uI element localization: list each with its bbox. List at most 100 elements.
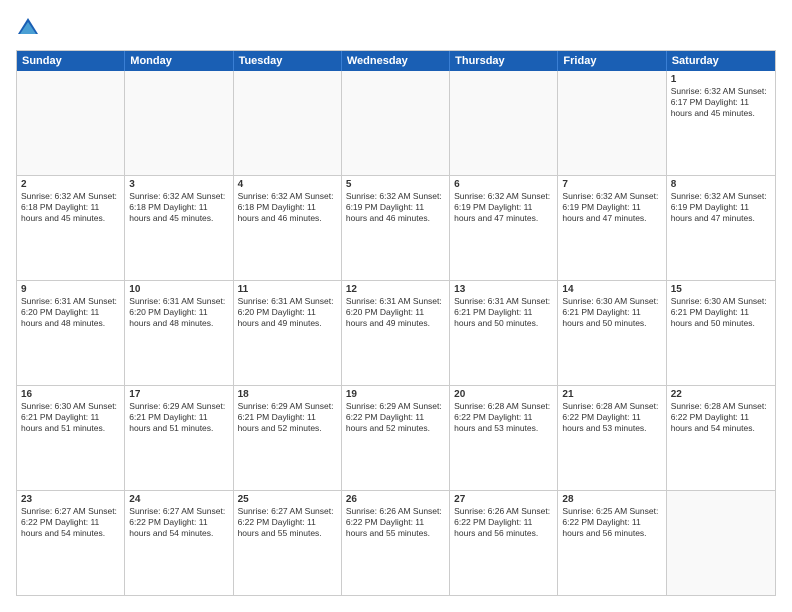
- day-header-sunday: Sunday: [17, 51, 125, 71]
- day-number: 12: [346, 284, 445, 295]
- day-number: 23: [21, 494, 120, 505]
- week-row-4: 16Sunrise: 6:30 AM Sunset: 6:21 PM Dayli…: [17, 386, 775, 491]
- week-row-2: 2Sunrise: 6:32 AM Sunset: 6:18 PM Daylig…: [17, 176, 775, 281]
- day-number: 11: [238, 284, 337, 295]
- calendar: SundayMondayTuesdayWednesdayThursdayFrid…: [16, 50, 776, 596]
- day-cell: 25Sunrise: 6:27 AM Sunset: 6:22 PM Dayli…: [234, 491, 342, 595]
- day-cell: 12Sunrise: 6:31 AM Sunset: 6:20 PM Dayli…: [342, 281, 450, 385]
- day-number: 8: [671, 179, 771, 190]
- day-info: Sunrise: 6:28 AM Sunset: 6:22 PM Dayligh…: [562, 401, 661, 434]
- header: [16, 16, 776, 40]
- day-number: 24: [129, 494, 228, 505]
- day-info: Sunrise: 6:30 AM Sunset: 6:21 PM Dayligh…: [671, 296, 771, 329]
- day-cell: [558, 71, 666, 175]
- day-info: Sunrise: 6:32 AM Sunset: 6:18 PM Dayligh…: [129, 191, 228, 224]
- day-header-tuesday: Tuesday: [234, 51, 342, 71]
- day-number: 26: [346, 494, 445, 505]
- day-number: 7: [562, 179, 661, 190]
- day-number: 18: [238, 389, 337, 400]
- page: SundayMondayTuesdayWednesdayThursdayFrid…: [0, 0, 792, 612]
- day-cell: 5Sunrise: 6:32 AM Sunset: 6:19 PM Daylig…: [342, 176, 450, 280]
- logo-icon: [16, 16, 40, 40]
- day-info: Sunrise: 6:32 AM Sunset: 6:17 PM Dayligh…: [671, 86, 771, 119]
- day-number: 21: [562, 389, 661, 400]
- day-cell: 6Sunrise: 6:32 AM Sunset: 6:19 PM Daylig…: [450, 176, 558, 280]
- day-cell: 2Sunrise: 6:32 AM Sunset: 6:18 PM Daylig…: [17, 176, 125, 280]
- day-headers: SundayMondayTuesdayWednesdayThursdayFrid…: [17, 51, 775, 71]
- day-number: 14: [562, 284, 661, 295]
- day-cell: 26Sunrise: 6:26 AM Sunset: 6:22 PM Dayli…: [342, 491, 450, 595]
- day-header-friday: Friday: [558, 51, 666, 71]
- week-row-5: 23Sunrise: 6:27 AM Sunset: 6:22 PM Dayli…: [17, 491, 775, 595]
- day-number: 6: [454, 179, 553, 190]
- day-cell: 21Sunrise: 6:28 AM Sunset: 6:22 PM Dayli…: [558, 386, 666, 490]
- day-cell: 18Sunrise: 6:29 AM Sunset: 6:21 PM Dayli…: [234, 386, 342, 490]
- day-number: 13: [454, 284, 553, 295]
- day-cell: 14Sunrise: 6:30 AM Sunset: 6:21 PM Dayli…: [558, 281, 666, 385]
- day-cell: 15Sunrise: 6:30 AM Sunset: 6:21 PM Dayli…: [667, 281, 775, 385]
- day-number: 10: [129, 284, 228, 295]
- day-cell: 10Sunrise: 6:31 AM Sunset: 6:20 PM Dayli…: [125, 281, 233, 385]
- day-info: Sunrise: 6:32 AM Sunset: 6:19 PM Dayligh…: [454, 191, 553, 224]
- day-number: 16: [21, 389, 120, 400]
- day-info: Sunrise: 6:27 AM Sunset: 6:22 PM Dayligh…: [238, 506, 337, 539]
- day-info: Sunrise: 6:30 AM Sunset: 6:21 PM Dayligh…: [562, 296, 661, 329]
- day-info: Sunrise: 6:32 AM Sunset: 6:18 PM Dayligh…: [21, 191, 120, 224]
- day-info: Sunrise: 6:26 AM Sunset: 6:22 PM Dayligh…: [454, 506, 553, 539]
- day-number: 4: [238, 179, 337, 190]
- day-cell: 9Sunrise: 6:31 AM Sunset: 6:20 PM Daylig…: [17, 281, 125, 385]
- day-cell: 17Sunrise: 6:29 AM Sunset: 6:21 PM Dayli…: [125, 386, 233, 490]
- day-number: 9: [21, 284, 120, 295]
- day-info: Sunrise: 6:31 AM Sunset: 6:20 PM Dayligh…: [346, 296, 445, 329]
- day-info: Sunrise: 6:29 AM Sunset: 6:21 PM Dayligh…: [129, 401, 228, 434]
- day-info: Sunrise: 6:27 AM Sunset: 6:22 PM Dayligh…: [129, 506, 228, 539]
- week-row-3: 9Sunrise: 6:31 AM Sunset: 6:20 PM Daylig…: [17, 281, 775, 386]
- day-info: Sunrise: 6:32 AM Sunset: 6:19 PM Dayligh…: [346, 191, 445, 224]
- day-info: Sunrise: 6:26 AM Sunset: 6:22 PM Dayligh…: [346, 506, 445, 539]
- day-cell: 28Sunrise: 6:25 AM Sunset: 6:22 PM Dayli…: [558, 491, 666, 595]
- day-cell: 1Sunrise: 6:32 AM Sunset: 6:17 PM Daylig…: [667, 71, 775, 175]
- day-info: Sunrise: 6:27 AM Sunset: 6:22 PM Dayligh…: [21, 506, 120, 539]
- day-cell: [450, 71, 558, 175]
- day-info: Sunrise: 6:32 AM Sunset: 6:19 PM Dayligh…: [671, 191, 771, 224]
- day-cell: [342, 71, 450, 175]
- day-number: 20: [454, 389, 553, 400]
- day-number: 25: [238, 494, 337, 505]
- day-info: Sunrise: 6:32 AM Sunset: 6:18 PM Dayligh…: [238, 191, 337, 224]
- day-info: Sunrise: 6:29 AM Sunset: 6:22 PM Dayligh…: [346, 401, 445, 434]
- day-header-wednesday: Wednesday: [342, 51, 450, 71]
- day-cell: 23Sunrise: 6:27 AM Sunset: 6:22 PM Dayli…: [17, 491, 125, 595]
- day-cell: 3Sunrise: 6:32 AM Sunset: 6:18 PM Daylig…: [125, 176, 233, 280]
- day-info: Sunrise: 6:32 AM Sunset: 6:19 PM Dayligh…: [562, 191, 661, 224]
- day-cell: [17, 71, 125, 175]
- day-info: Sunrise: 6:25 AM Sunset: 6:22 PM Dayligh…: [562, 506, 661, 539]
- day-header-thursday: Thursday: [450, 51, 558, 71]
- day-cell: 11Sunrise: 6:31 AM Sunset: 6:20 PM Dayli…: [234, 281, 342, 385]
- day-info: Sunrise: 6:31 AM Sunset: 6:20 PM Dayligh…: [129, 296, 228, 329]
- day-cell: 16Sunrise: 6:30 AM Sunset: 6:21 PM Dayli…: [17, 386, 125, 490]
- day-number: 17: [129, 389, 228, 400]
- day-cell: [234, 71, 342, 175]
- logo: [16, 16, 42, 40]
- day-info: Sunrise: 6:31 AM Sunset: 6:20 PM Dayligh…: [238, 296, 337, 329]
- day-number: 3: [129, 179, 228, 190]
- day-info: Sunrise: 6:28 AM Sunset: 6:22 PM Dayligh…: [671, 401, 771, 434]
- day-number: 15: [671, 284, 771, 295]
- week-row-1: 1Sunrise: 6:32 AM Sunset: 6:17 PM Daylig…: [17, 71, 775, 176]
- day-header-saturday: Saturday: [667, 51, 775, 71]
- day-number: 1: [671, 74, 771, 85]
- day-cell: 13Sunrise: 6:31 AM Sunset: 6:21 PM Dayli…: [450, 281, 558, 385]
- day-header-monday: Monday: [125, 51, 233, 71]
- day-info: Sunrise: 6:30 AM Sunset: 6:21 PM Dayligh…: [21, 401, 120, 434]
- day-cell: 7Sunrise: 6:32 AM Sunset: 6:19 PM Daylig…: [558, 176, 666, 280]
- day-info: Sunrise: 6:31 AM Sunset: 6:21 PM Dayligh…: [454, 296, 553, 329]
- day-cell: 24Sunrise: 6:27 AM Sunset: 6:22 PM Dayli…: [125, 491, 233, 595]
- day-cell: 4Sunrise: 6:32 AM Sunset: 6:18 PM Daylig…: [234, 176, 342, 280]
- day-info: Sunrise: 6:29 AM Sunset: 6:21 PM Dayligh…: [238, 401, 337, 434]
- day-info: Sunrise: 6:31 AM Sunset: 6:20 PM Dayligh…: [21, 296, 120, 329]
- weeks: 1Sunrise: 6:32 AM Sunset: 6:17 PM Daylig…: [17, 71, 775, 595]
- day-cell: [667, 491, 775, 595]
- day-number: 22: [671, 389, 771, 400]
- day-number: 28: [562, 494, 661, 505]
- day-number: 2: [21, 179, 120, 190]
